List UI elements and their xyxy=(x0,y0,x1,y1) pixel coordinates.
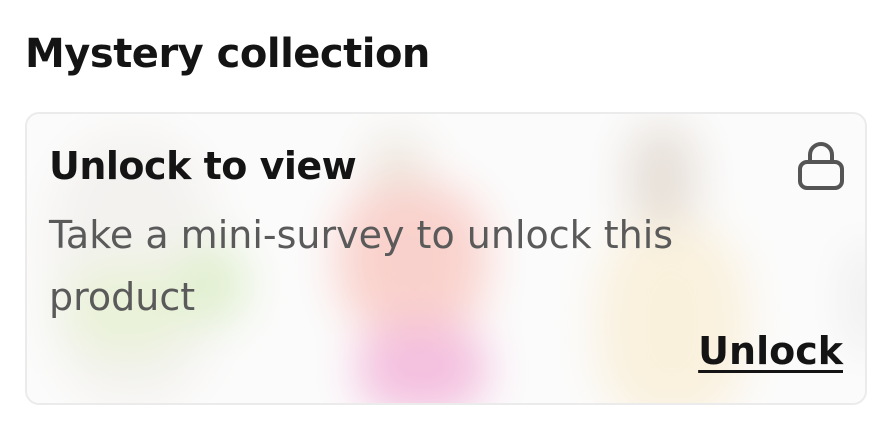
mystery-product-card[interactable]: Unlock to view Take a mini-survey to unl… xyxy=(25,112,867,405)
card-description: Take a mini-survey to unlock this produc… xyxy=(49,213,674,319)
unlock-link[interactable]: Unlock xyxy=(698,327,843,375)
card-title: Unlock to view xyxy=(49,144,357,188)
lock-icon xyxy=(798,142,844,190)
section-title: Mystery collection xyxy=(25,31,430,77)
